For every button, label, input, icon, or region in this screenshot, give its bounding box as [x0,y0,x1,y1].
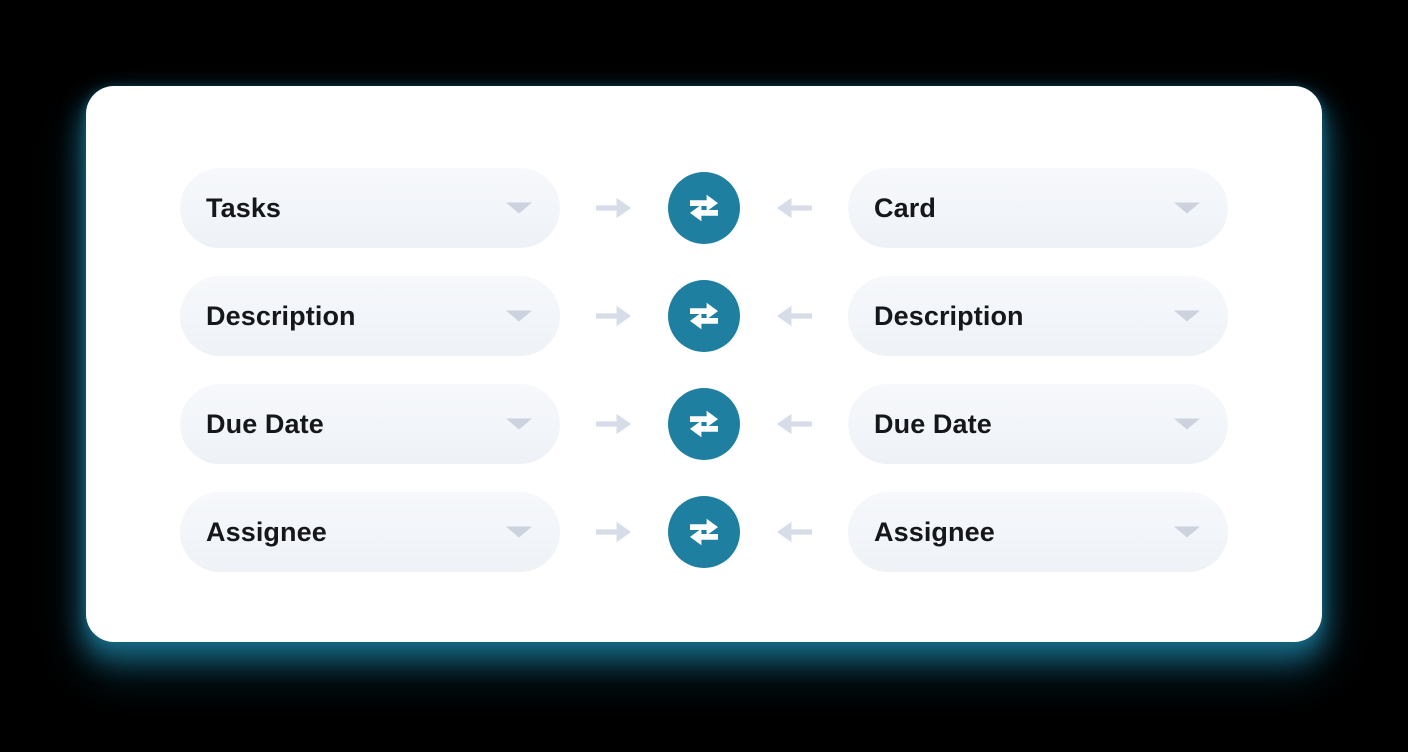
source-field-select[interactable]: Assignee [180,492,560,572]
swap-direction-button-wrap [668,280,740,352]
chevron-down-icon [1174,526,1200,538]
source-field-label: Due Date [206,408,324,439]
swap-direction-button-wrap [668,496,740,568]
arrow-left-icon [740,301,848,331]
source-field-label: Assignee [206,516,327,547]
arrow-left-icon [740,409,848,439]
swap-horizontal-icon[interactable] [668,496,740,568]
swap-direction-button-wrap [668,388,740,460]
arrow-right-icon [560,193,668,223]
swap-horizontal-icon[interactable] [668,280,740,352]
mapping-row: Tasks Card [180,168,1228,248]
target-field-label: Assignee [874,516,995,547]
target-field-label: Card [874,192,936,223]
source-field-select[interactable]: Tasks [180,168,560,248]
mapping-row: Assignee Assignee [180,492,1228,572]
chevron-down-icon [1174,310,1200,322]
target-field-select[interactable]: Card [848,168,1228,248]
chevron-down-icon [506,202,532,214]
arrow-right-icon [560,301,668,331]
chevron-down-icon [1174,418,1200,430]
mapping-row: Due Date Due Date [180,384,1228,464]
mapping-row: Description Description [180,276,1228,356]
source-field-select[interactable]: Description [180,276,560,356]
source-field-select[interactable]: Due Date [180,384,560,464]
arrow-left-icon [740,193,848,223]
swap-horizontal-icon[interactable] [668,172,740,244]
target-field-label: Description [874,300,1024,331]
source-field-label: Description [206,300,356,331]
chevron-down-icon [506,526,532,538]
chevron-down-icon [506,310,532,322]
source-field-label: Tasks [206,192,282,223]
arrow-right-icon [560,409,668,439]
swap-direction-button-wrap [668,172,740,244]
target-field-label: Due Date [874,408,992,439]
field-mapping-card: Tasks Card Description Description Due D… [86,86,1322,642]
chevron-down-icon [1174,202,1200,214]
mapping-rows-container: Tasks Card Description Description Due D… [86,86,1322,642]
target-field-select[interactable]: Assignee [848,492,1228,572]
target-field-select[interactable]: Description [848,276,1228,356]
swap-horizontal-icon[interactable] [668,388,740,460]
chevron-down-icon [506,418,532,430]
screenshot-stage: Tasks Card Description Description Due D… [0,0,1408,752]
arrow-right-icon [560,517,668,547]
arrow-left-icon [740,517,848,547]
target-field-select[interactable]: Due Date [848,384,1228,464]
